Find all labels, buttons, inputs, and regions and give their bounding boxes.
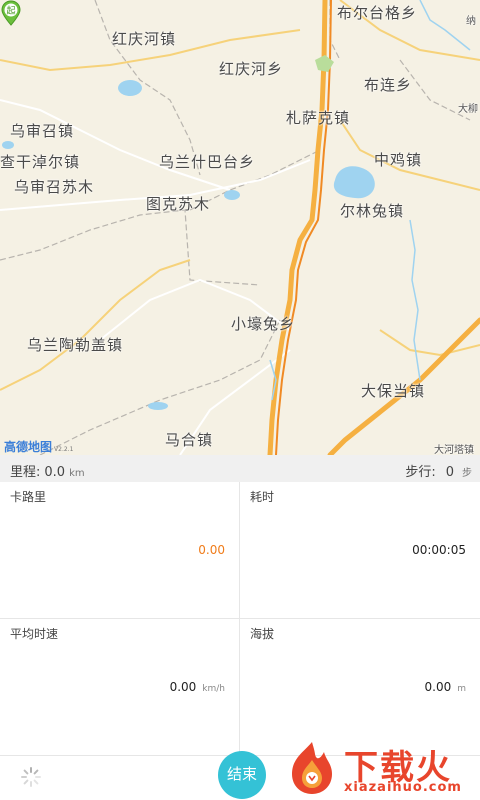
place-label: 红庆河乡 [219,60,284,78]
place-label: 乌兰陶勒盖镇 [27,336,124,354]
place-label: 查干淖尔镇 [0,153,81,171]
start-marker-label: 起 [6,6,15,17]
map-provider-logo: 高德地图 V2.2.1 [4,438,73,455]
steps-label: 步行: [405,465,436,480]
place-label: 尔林兔镇 [340,202,405,220]
end-button[interactable]: 结束 [218,751,266,799]
place-label: 红庆河镇 [112,30,177,48]
place-label: 布尔台格乡 [337,4,418,22]
place-label: 大保当镇 [361,382,426,400]
map-view[interactable]: 红庆河镇 布尔台格乡 纳 红庆河乡 布连乡 大柳 乌审召镇 札萨克镇 查干淖尔镇… [0,0,480,455]
map-logo-version: V2.2.1 [54,446,74,453]
steps-unit: 步 [462,468,472,479]
altitude-value: 0.00 [424,680,452,694]
avg-speed-cell: 平均时速 0.00 km/h [0,619,240,756]
place-label: 马合镇 [165,431,214,449]
avg-speed-label: 平均时速 [10,627,59,641]
duration-label: 耗时 [250,490,275,504]
place-label: 小壕兔乡 [231,315,296,333]
calories-label: 卡路里 [10,490,47,504]
place-label: 布连乡 [364,76,413,94]
calories-cell: 卡路里 0.00 [0,482,240,619]
flame-logo-icon [292,742,332,794]
place-label: 乌兰什巴台乡 [159,153,256,171]
place-label: 纳 [466,16,476,27]
place-label: 大河塔镇 [434,445,474,455]
watermark: 下载火 xiazaihuo.com [282,738,480,800]
avg-speed-value: 0.00 [169,680,197,694]
duration-value: 00:00:05 [412,543,466,557]
map-logo-text: 高德地图 [4,440,53,454]
summary-bar: 里程: 0.0 km 步行: 0 步 [0,455,480,482]
avg-speed-readout: 0.00 km/h [170,680,225,694]
distance-value: 0.0 [44,465,66,480]
altitude-cell: 海拔 0.00 m [240,619,480,756]
place-label: 乌审召镇 [10,122,75,140]
place-label: 中鸡镇 [374,151,423,169]
distance-label: 里程: [10,465,41,480]
altitude-label: 海拔 [250,627,275,641]
place-label: 图克苏木 [146,195,211,213]
stats-grid: 卡路里 0.00 耗时 00:00:05 平均时速 0.00 km/h 海拔 0.… [0,482,480,756]
altitude-unit: m [457,684,466,694]
start-marker-icon: 起 [1,0,21,26]
place-label: 乌审召苏木 [14,178,95,196]
loading-spinner-icon [21,767,41,787]
duration-cell: 耗时 00:00:05 [240,482,480,619]
altitude-readout: 0.00 m [425,680,467,694]
steps-readout: 步行: 0 步 [405,461,472,480]
steps-value: 0 [445,465,454,480]
watermark-url: xiazaihuo.com [344,780,462,795]
calories-value: 0.00 [198,543,225,557]
place-label: 札萨克镇 [286,109,351,127]
avg-speed-unit: km/h [202,684,225,694]
place-label: 大柳 [458,104,478,115]
distance-unit: km [69,468,85,479]
distance-readout: 里程: 0.0 km [10,461,85,480]
